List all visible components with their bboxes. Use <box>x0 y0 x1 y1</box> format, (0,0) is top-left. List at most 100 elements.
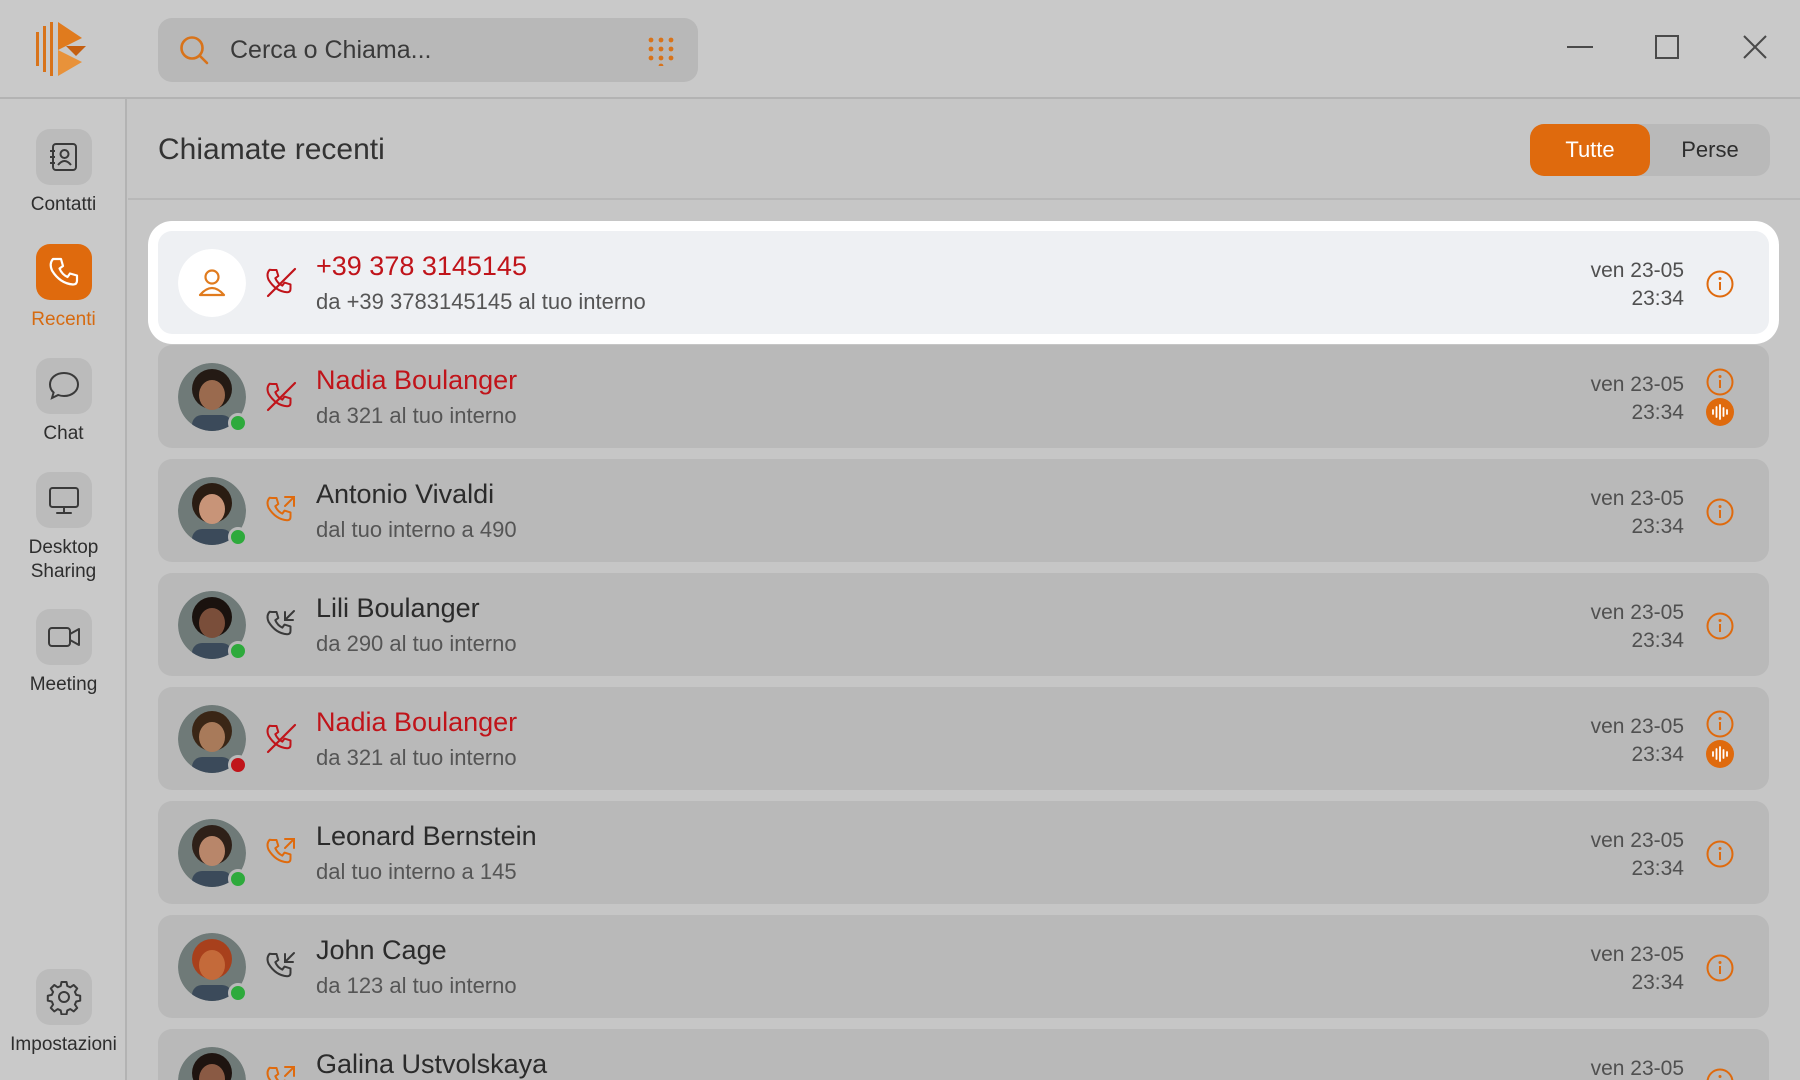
phone-incoming-icon <box>264 607 298 641</box>
phone-missed-icon <box>264 265 298 299</box>
call-row[interactable]: Leonard Bernstein dal tuo interno a 145 ve… <box>158 801 1769 904</box>
sidebar-item-recents[interactable]: Recenti <box>0 244 127 332</box>
search-icon <box>180 36 209 65</box>
call-timestamp: ven 23-05 23:34 <box>1591 941 1684 997</box>
info-icon[interactable] <box>1705 709 1735 739</box>
minimize-icon[interactable] <box>1563 30 1597 64</box>
info-icon[interactable] <box>1705 953 1735 983</box>
search-input[interactable]: Cerca o Chiama... <box>230 36 431 65</box>
phone-icon <box>49 257 78 286</box>
phone-outgoing-icon <box>264 835 298 869</box>
phone-missed-icon <box>264 379 298 413</box>
call-row[interactable]: +39 378 3145145 da +39 3783145145 al tuo … <box>158 231 1769 334</box>
status-online-badge <box>228 869 248 889</box>
avatar <box>178 1047 246 1080</box>
call-time: 23:34 <box>1631 629 1684 652</box>
gear-icon <box>46 981 81 1015</box>
info-icon[interactable] <box>1705 269 1735 299</box>
info-icon[interactable] <box>1705 497 1735 527</box>
sidebar-item-label: Chat <box>43 423 84 444</box>
recents-icon-wrap <box>35 244 92 300</box>
avatar <box>178 363 248 433</box>
recording-icon[interactable] <box>1705 739 1735 769</box>
status-online-badge <box>228 641 248 661</box>
call-detail: dal tuo interno a 490 <box>316 517 517 542</box>
call-detail: da +39 3783145145 al tuo interno <box>316 289 646 314</box>
filter-toggle: Tutte Perse <box>1530 124 1770 176</box>
filter-missed-button[interactable]: Perse <box>1650 124 1770 176</box>
info-icon[interactable] <box>1705 367 1735 397</box>
call-detail: da 321 al tuo interno <box>316 745 517 770</box>
phone-missed-icon <box>264 721 298 755</box>
avatar <box>178 249 246 317</box>
call-time: 23:34 <box>1631 857 1684 880</box>
call-timestamp: ven 23-05 23:34 <box>1591 257 1684 313</box>
caller-name: Nadia Boulanger <box>316 707 518 737</box>
sidebar-item-contacts[interactable]: Contatti <box>0 129 127 217</box>
avatar <box>178 819 248 889</box>
call-timestamp: ven 23-05 23:34 <box>1591 371 1684 427</box>
call-detail: dal tuo interno a 145 <box>316 859 517 884</box>
caller-name: Antonio Vivaldi <box>316 479 495 509</box>
call-date: ven 23-05 <box>1590 373 1684 396</box>
call-timestamp: ven 23-05 <box>1591 1055 1684 1080</box>
call-row[interactable]: John Cage da 123 al tuo interno ven 23-05 2… <box>158 915 1769 1018</box>
call-detail: da 123 al tuo interno <box>316 973 517 998</box>
avatar <box>178 933 248 1003</box>
monitor-icon <box>48 487 79 514</box>
sidebar-item-meeting[interactable]: Meeting <box>0 609 127 697</box>
filter-all-button[interactable]: Tutte <box>1530 124 1650 176</box>
call-timestamp: ven 23-05 23:34 <box>1591 713 1684 769</box>
call-row[interactable]: Lili Boulanger da 290 al tuo interno ven 2… <box>158 573 1769 676</box>
close-icon[interactable] <box>1738 30 1772 64</box>
avatar-photo <box>178 1047 246 1080</box>
search-bar[interactable]: Cerca o Chiama... <box>158 18 698 82</box>
call-row[interactable]: Nadia Boulanger da 321 al tuo interno ven … <box>158 345 1769 448</box>
sidebar-item-label: Contatti <box>30 194 97 215</box>
maximize-icon[interactable] <box>1650 30 1684 64</box>
call-detail: da 290 al tuo interno <box>316 631 517 656</box>
call-detail: da 321 al tuo interno <box>316 403 517 428</box>
call-date: ven 23-05 <box>1590 715 1684 738</box>
call-date: ven 23-05 <box>1590 1057 1684 1080</box>
caller-name: Leonard Bernstein <box>316 821 537 851</box>
page-title: Chiamate recenti <box>158 133 385 166</box>
caller-name: Galina Ustvolskaya <box>316 1049 548 1079</box>
main-panel: Chiamate recenti Tutte Perse +39 378 314… <box>128 99 1800 1080</box>
info-icon[interactable] <box>1705 611 1735 641</box>
caller-name: +39 378 3145145 <box>316 251 527 281</box>
info-icon[interactable] <box>1705 1067 1735 1080</box>
call-time: 23:34 <box>1631 287 1684 310</box>
user-placeholder-icon <box>178 249 246 317</box>
call-row[interactable]: Antonio Vivaldi dal tuo interno a 490 ven … <box>158 459 1769 562</box>
sidebar-item-settings[interactable]: Impostazioni <box>0 969 127 1057</box>
call-date: ven 23-05 <box>1590 259 1684 282</box>
video-camera-icon <box>47 627 80 647</box>
recording-icon[interactable] <box>1705 397 1735 427</box>
status-busy-badge <box>228 755 248 775</box>
caller-name: John Cage <box>316 935 447 965</box>
sidebar: Contatti Recenti Chat Desktop Sharing Me… <box>0 99 127 1080</box>
dialpad-icon[interactable] <box>646 36 676 66</box>
contacts-icon-wrap <box>35 129 92 185</box>
caller-name: Lili Boulanger <box>316 593 480 623</box>
call-time: 23:34 <box>1631 515 1684 538</box>
contacts-icon <box>49 143 77 171</box>
sidebar-item-label: Desktop Sharing <box>28 537 99 582</box>
sidebar-item-label: Recenti <box>31 309 96 330</box>
info-icon[interactable] <box>1705 839 1735 869</box>
call-row[interactable]: Nadia Boulanger da 321 al tuo interno ven … <box>158 687 1769 790</box>
status-online-badge <box>228 983 248 1003</box>
sidebar-item-desktop-sharing[interactable]: Desktop Sharing <box>0 472 127 584</box>
chat-icon <box>48 371 79 400</box>
call-time: 23:34 <box>1631 743 1684 766</box>
panel-header: Chiamate recenti Tutte Perse <box>128 99 1800 200</box>
call-timestamp: ven 23-05 23:34 <box>1591 599 1684 655</box>
status-online-badge <box>228 413 248 433</box>
call-time: 23:34 <box>1631 401 1684 424</box>
desktop-icon-wrap <box>35 472 92 528</box>
phone-incoming-icon <box>264 949 298 983</box>
sidebar-item-chat[interactable]: Chat <box>0 358 127 446</box>
call-row[interactable]: Galina Ustvolskaya ven 23-05 <box>158 1029 1769 1080</box>
settings-icon-wrap <box>35 969 92 1025</box>
